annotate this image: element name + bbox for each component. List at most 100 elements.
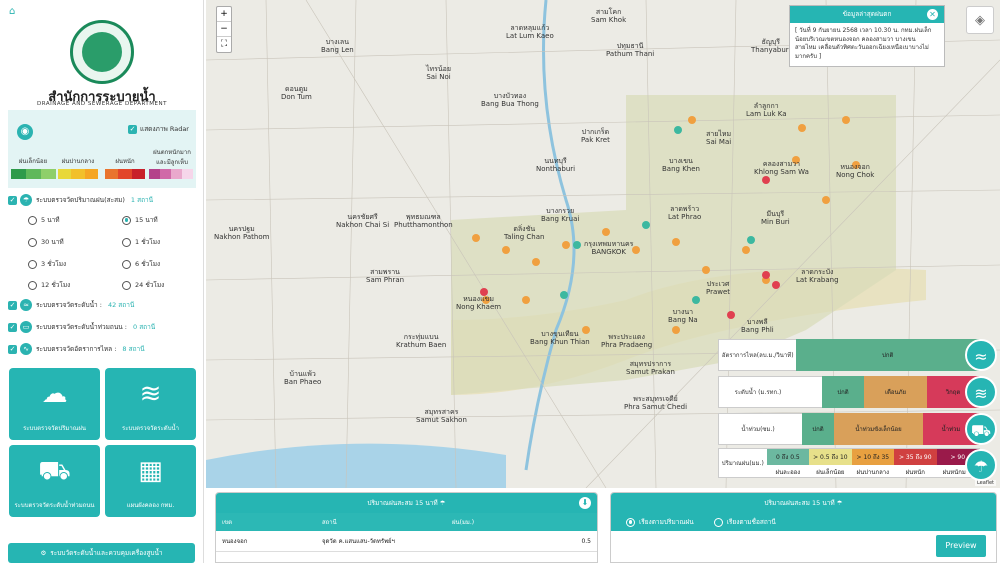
rain-icon: ☂ [439, 499, 446, 507]
rain-table-panel: ปริมาณฝนสะสม 15 นาที ☂ ⬇ เขต สถานี ฝน(มม.… [215, 492, 598, 563]
map-label: ปากเกร็ด Pak Kret [581, 128, 610, 144]
map-label: กระทุ่มแบน Krathum Baen [396, 333, 447, 349]
close-icon[interactable]: ✕ [927, 9, 938, 20]
interval-option[interactable]: 30 นาที [28, 237, 64, 247]
radar-panel: ◉ ✓ แสดงภาพ Radar ฝนเล็กน้อย ฝนปานกลาง ฝน… [8, 110, 196, 188]
logo [70, 20, 134, 84]
popup-body: [ วันที่ 9 กันยายน 2568 เวลา 10.30 น. กท… [795, 27, 932, 60]
panel-title: ปริมาณฝนสะสม 15 นาที [367, 499, 438, 507]
car-icon[interactable]: ⛟ [965, 413, 997, 445]
water-level-row[interactable]: ✓ ≈ ระบบตรวจวัดระดับน้ำ :42 สถานี [8, 299, 134, 311]
column-header[interactable]: ฝน(มม.) [446, 513, 597, 531]
interval-option[interactable]: 5 นาที [28, 215, 60, 225]
radio-icon [122, 280, 131, 290]
interval-option[interactable]: 24 ชั่วโมง [122, 280, 164, 290]
checkbox-icon[interactable]: ✓ [8, 322, 17, 332]
map-label: ดอนตูม Don Tum [281, 85, 312, 101]
map-label: สมุทรสาคร Samut Sakhon [416, 408, 467, 424]
column-header[interactable]: สถานี [316, 513, 446, 531]
rain-station-row[interactable]: ✓ ☂ ระบบตรวจวัดปริมาณฝน(สะสม) 1 สถานี [8, 194, 153, 206]
flow-rate-row[interactable]: ✓ ∿ ระบบตรวจวัดอัตราการไหล :8 สถานี [8, 343, 145, 355]
panel-title: ปริมาณฝนสะสม 15 นาที [764, 499, 835, 507]
sort-by-station[interactable]: เรียงตามชื่อสถานี [713, 517, 776, 527]
map-label: สายไหม Sai Mai [706, 130, 732, 146]
canal-icon: ▦ [138, 456, 163, 486]
map-label: สามโคก Sam Khok [591, 8, 627, 24]
rain-info-popup: ข้อมูลล่าสุดฝนตก ✕ [ วันที่ 9 กันยายน 256… [789, 5, 945, 67]
radio-icon [122, 237, 131, 247]
interval-option[interactable]: 15 นาที [122, 215, 158, 225]
map-label: นครปฐม Nakhon Pathom [214, 225, 270, 241]
map-label: พระสมุทรเจดีย์ Phra Samut Chedi [624, 395, 688, 411]
pump-control-button[interactable]: ⚙ ระบบวัดระดับน้ำและควบคุมเครื่องสูบน้ำ [8, 543, 195, 563]
water-level-legend: ระดับน้ำ (ม.รทก.) ปกติ เตือนภัย วิกฤต [718, 376, 980, 408]
zoom-out-button[interactable]: − [217, 22, 231, 37]
column-header[interactable]: เขต [216, 513, 316, 531]
rain-legend: ปริมาณฝน(มม.) 0 ถึง 0.5 > 0.5 ถึง 10 > 1… [718, 448, 980, 478]
radio-icon [28, 215, 37, 225]
checkbox-icon[interactable]: ✓ [8, 344, 17, 354]
flood-tile[interactable]: ⛟ ระบบตรวจวัดระดับน้ำท่วมถนน [9, 445, 100, 517]
canal-map-tile[interactable]: ▦ แผนผังคลอง กทม. [105, 445, 196, 517]
checkbox-icon[interactable]: ✓ [8, 300, 17, 310]
interval-option[interactable]: 6 ชั่วโมง [122, 259, 160, 269]
wave-icon: ≈ [20, 299, 32, 311]
leaflet-attribution[interactable]: Leaflet [974, 480, 996, 486]
map-label: บางนา Bang Na [668, 308, 698, 324]
car-icon: ⛟ [38, 456, 71, 486]
checkbox-icon[interactable]: ✓ [8, 195, 17, 205]
checkbox-icon: ✓ [128, 124, 137, 134]
flow-icon[interactable]: ≈ [965, 339, 997, 371]
radar-icon: ◉ [17, 124, 33, 140]
layers-icon[interactable]: ◈ [966, 6, 994, 34]
wave-icon[interactable]: ≋ [965, 376, 997, 408]
rain-cloud-icon[interactable]: ☂ [965, 449, 997, 481]
legend-swatch [58, 169, 98, 179]
interval-option[interactable]: 1 ชั่วโมง [122, 237, 160, 247]
legend-swatch [105, 169, 145, 179]
rain-tile[interactable]: ☁ ระบบตรวจวัดปริมาณฝน [9, 368, 100, 440]
map-label: คลองสามวา Khlong Sam Wa [754, 160, 809, 176]
sidebar: ⌂ สำนักการระบายน้ำ DRAINAGE AND SEWERAGE… [0, 0, 204, 563]
radar-toggle[interactable]: ✓ แสดงภาพ Radar [128, 124, 189, 134]
fullscreen-button[interactable]: ⛶ [217, 37, 231, 52]
map-label: บางบัวทอง Bang Bua Thong [481, 92, 539, 108]
map-label: พุทธมณฑล Phutthamonthon [394, 213, 453, 229]
map-label: สมุทรปราการ Samut Prakan [626, 360, 675, 376]
map-label: ลาดหลุมแก้ว Lat Lum Kaeo [506, 24, 554, 40]
flood-level-row[interactable]: ✓ ▭ ระบบตรวจวัดระดับน้ำท่วมถนน :0 สถานี [8, 321, 155, 333]
map-label: ลำลูกกา Lam Luk Ka [746, 102, 787, 118]
popup-title: ข้อมูลล่าสุดฝนตก [842, 10, 892, 18]
wave-icon: ≋ [139, 379, 162, 409]
map-label: นนทบุรี Nonthaburi [536, 157, 576, 173]
legend-label: ฝนหนัก [115, 158, 135, 165]
interval-option[interactable]: 3 ชั่วโมง [28, 259, 66, 269]
table-header: เขต สถานี ฝน(มม.) [216, 513, 597, 531]
flow-icon: ∿ [20, 343, 32, 355]
map-label: ธัญบุรี Thanyaburi [751, 38, 791, 54]
preview-button[interactable]: Preview [936, 535, 986, 557]
table-row[interactable]: หนองจอก จุดวัด ค.แสนแสบ-วัดทรัพย์ฯ 0.5 [216, 531, 597, 552]
legend-label: ฝนเล็กน้อย [18, 158, 48, 165]
map-label: บางเขน Bang Khen [662, 157, 700, 173]
download-icon[interactable]: ⬇ [579, 497, 591, 509]
home-icon[interactable]: ⌂ [9, 6, 15, 17]
map-label: นครชัยศรี Nakhon Chai Si [336, 213, 390, 229]
map-label: ปทุมธานี Pathum Thani [606, 42, 655, 58]
interval-option[interactable]: 12 ชั่วโมง [28, 280, 70, 290]
legend-label: ฝนตกหนักมาก และมีลูกเห็บ [153, 149, 191, 166]
radio-icon [122, 215, 131, 225]
map-label: ไทรน้อย Sai Noi [426, 65, 451, 81]
rain-table: เขต สถานี ฝน(มม.) หนองจอก จุดวัด ค.แสนแส… [216, 513, 597, 552]
map-label: ลาดกระบัง Lat Krabang [796, 268, 839, 284]
sort-by-rain[interactable]: เรียงตามปริมาณฝน [626, 517, 694, 527]
map-label: บางกรวย Bang Kruai [541, 207, 580, 223]
map-label: สามพราน Sam Phran [366, 268, 405, 284]
zoom-in-button[interactable]: + [217, 7, 231, 22]
car-icon: ▭ [20, 321, 32, 333]
legend-swatch [149, 169, 193, 179]
map-label: กรุงเทพมหานคร BANGKOK [584, 240, 634, 256]
radio-icon [28, 259, 37, 269]
water-level-tile[interactable]: ≋ ระบบตรวจวัดระดับน้ำ [105, 368, 196, 440]
map-label: บางขุนเทียน Bang Khun Thian [530, 330, 590, 346]
